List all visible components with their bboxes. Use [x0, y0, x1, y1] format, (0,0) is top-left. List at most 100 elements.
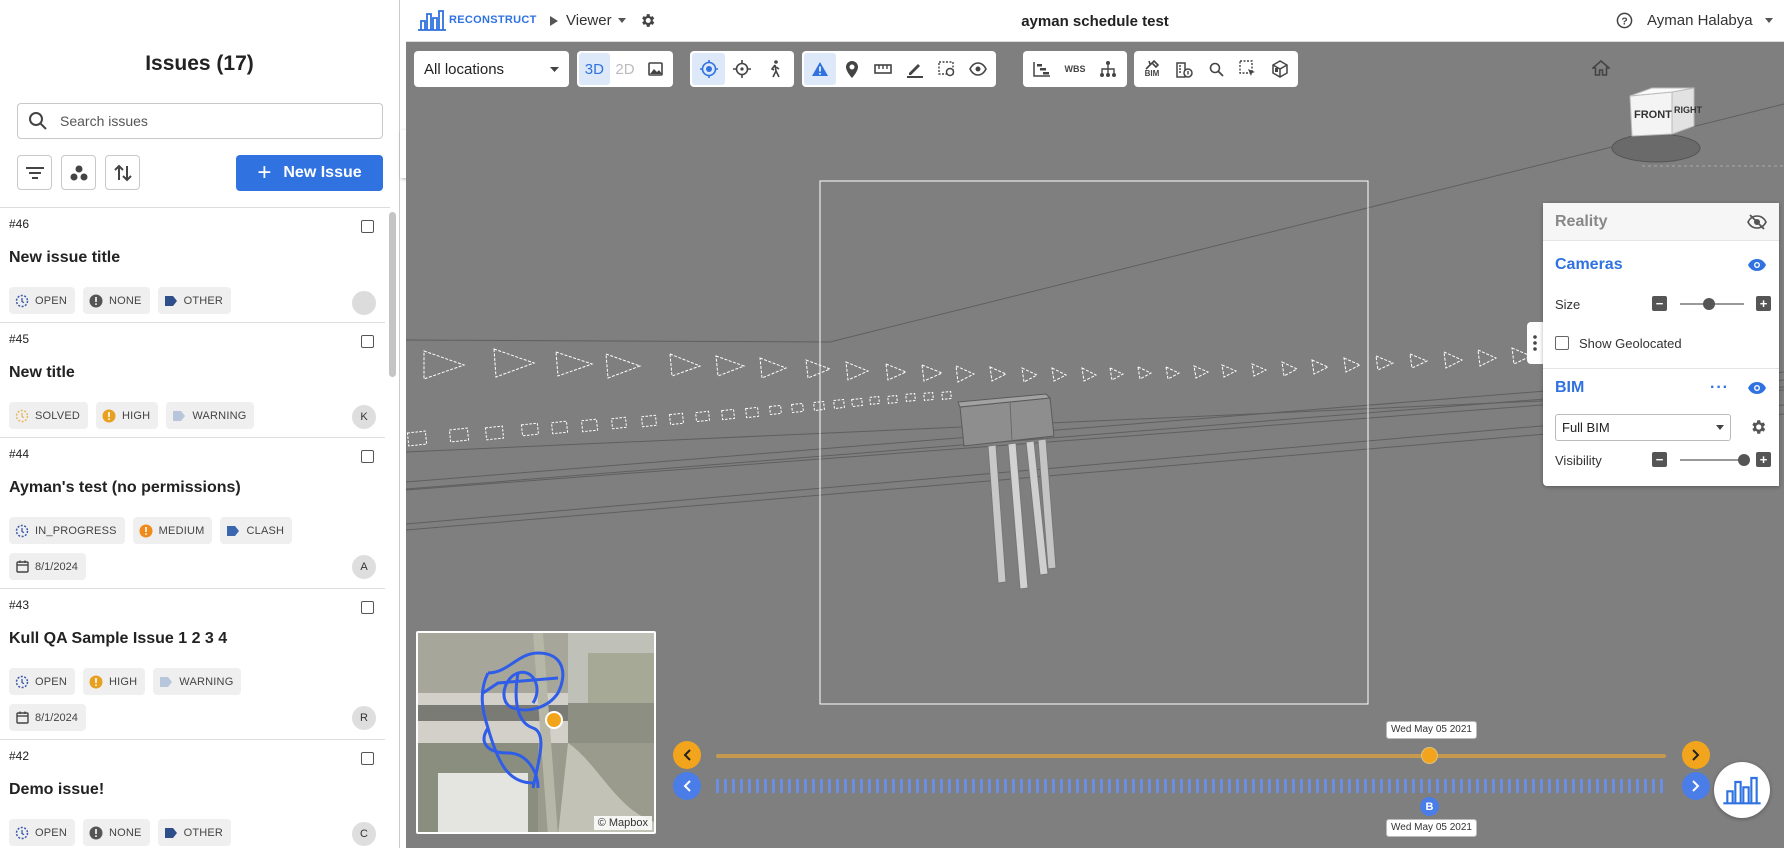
- user-menu[interactable]: Ayman Halabya: [1647, 12, 1773, 29]
- priority-text: NONE: [108, 294, 142, 307]
- box-select-button[interactable]: [1232, 53, 1264, 85]
- top-bar: RECONSTRUCT Viewer ayman schedule test ?…: [406, 0, 1784, 42]
- issue-checkbox[interactable]: [361, 752, 374, 765]
- status-chip: IN_PROGRESS: [9, 517, 125, 544]
- cameras-row: Cameras: [1543, 250, 1779, 280]
- bim-settings-button[interactable]: [1749, 418, 1767, 441]
- due-date-chip: 8/1/2024: [9, 553, 86, 580]
- bottom-timeline-track[interactable]: [716, 779, 1666, 793]
- issue-list-scrollbar[interactable]: [389, 212, 396, 377]
- reality-panel: Reality Cameras Size − + Show Geolocated…: [1543, 203, 1779, 486]
- camera-size-slider[interactable]: [1680, 298, 1744, 310]
- avatar: A: [352, 555, 376, 579]
- issues-tool-button[interactable]: [804, 53, 836, 85]
- camera-size-knob[interactable]: [1702, 298, 1715, 310]
- 3d-view-button[interactable]: 3D: [579, 53, 610, 85]
- bim-info-button[interactable]: [1168, 53, 1200, 85]
- wbs-button[interactable]: WBS: [1058, 53, 1091, 85]
- issue-checkbox[interactable]: [361, 335, 374, 348]
- issue-checkbox[interactable]: [361, 220, 374, 233]
- home-view-button[interactable]: [1590, 59, 1612, 81]
- top-timeline-next-button[interactable]: [1682, 741, 1710, 769]
- issue-number: #45: [9, 332, 30, 346]
- model-layers-button[interactable]: [1264, 53, 1296, 85]
- bottom-timeline-marker[interactable]: B: [1420, 797, 1439, 816]
- show-geolocated-checkbox[interactable]: [1555, 336, 1569, 350]
- size-label: Size: [1555, 296, 1581, 312]
- view-mode-group: 3D 2D: [577, 51, 673, 87]
- bim-visibility-slider[interactable]: [1680, 454, 1750, 466]
- visibility-decrease-button[interactable]: −: [1652, 452, 1667, 467]
- reconstruct-logo-icon: [1723, 776, 1761, 805]
- type-chip: OTHER: [157, 287, 232, 314]
- issue-card[interactable]: #44 Ayman's test (no permissions) IN_PRO…: [0, 438, 385, 589]
- caret-down-icon: [1764, 18, 1773, 23]
- eye-outline-icon: [969, 62, 988, 76]
- panel-divider: [1543, 368, 1779, 369]
- hierarchy-button[interactable]: [1092, 53, 1125, 85]
- 2d-view-button[interactable]: 2D: [610, 53, 641, 85]
- schedule-button[interactable]: [1025, 53, 1058, 85]
- search-input[interactable]: [60, 113, 350, 129]
- issue-chips: OPEN NONE OTHER: [9, 819, 232, 846]
- issue-card[interactable]: #46 New issue title OPEN NONE OTHER: [0, 208, 385, 323]
- bim-search-button[interactable]: [1200, 53, 1232, 85]
- search-icon: [29, 112, 47, 130]
- issue-card[interactable]: #42 Demo issue! OPEN NONE OTHER C: [0, 740, 385, 848]
- bottom-timeline-next-button[interactable]: [1682, 772, 1710, 800]
- section-box-button[interactable]: [931, 53, 963, 85]
- location-select[interactable]: All locations: [414, 51, 569, 87]
- bim-model-select[interactable]: Full BIM: [1555, 414, 1731, 441]
- issue-card[interactable]: #43 Kull QA Sample Issue 1 2 3 4 OPEN HI…: [0, 589, 385, 740]
- help-button[interactable]: ?: [1616, 12, 1633, 34]
- minimap[interactable]: © Mapbox: [416, 631, 656, 834]
- status-chip: SOLVED: [9, 402, 89, 429]
- status-in-progress-icon: [15, 524, 29, 538]
- status-text: IN_PROGRESS: [35, 524, 117, 537]
- bim-select-value: Full BIM: [1562, 420, 1610, 435]
- size-decrease-button[interactable]: −: [1652, 296, 1667, 311]
- bim-visibility-knob[interactable]: [1738, 454, 1750, 466]
- bottom-timeline-prev-button[interactable]: [673, 772, 701, 800]
- issue-checkbox[interactable]: [361, 601, 374, 614]
- sort-button[interactable]: [105, 155, 140, 190]
- issue-card[interactable]: #45 New title SOLVED HIGH WARNING K: [0, 323, 385, 438]
- top-timeline-prev-button[interactable]: [673, 741, 701, 769]
- top-timeline-track[interactable]: [716, 754, 1666, 758]
- bim-more-button[interactable]: ···: [1710, 379, 1729, 397]
- type-chip: CLASH: [220, 517, 293, 544]
- top-timeline-handle[interactable]: [1421, 747, 1438, 764]
- pin-tool-button[interactable]: [836, 53, 868, 85]
- markup-tool-button[interactable]: [899, 53, 931, 85]
- new-issue-button[interactable]: + New Issue: [236, 155, 383, 191]
- type-chip: WARNING: [166, 402, 255, 429]
- reality-panel-handle[interactable]: [1527, 322, 1543, 364]
- navigation-cube[interactable]: FRONT RIGHT: [1628, 84, 1702, 144]
- orbit-button[interactable]: [692, 53, 726, 85]
- walk-button[interactable]: [759, 53, 792, 85]
- group-button[interactable]: [61, 155, 96, 190]
- new-issue-label: New Issue: [283, 164, 362, 181]
- search-icon: [1209, 62, 1224, 77]
- priority-chip: MEDIUM: [132, 517, 213, 544]
- priority-none-icon: [89, 294, 103, 308]
- status-chip: OPEN: [9, 668, 75, 695]
- caret-down-icon: [1716, 425, 1724, 430]
- eye-icon[interactable]: [1747, 381, 1767, 395]
- bim-tools-button[interactable]: BIM: [1136, 53, 1168, 85]
- image-view-button[interactable]: [640, 53, 671, 85]
- cameras-label: Cameras: [1555, 256, 1623, 273]
- reconstruct-fab-button[interactable]: [1714, 762, 1770, 818]
- visibility-increase-button[interactable]: +: [1756, 452, 1771, 467]
- show-geolocated-row[interactable]: Show Geolocated: [1543, 328, 1779, 358]
- show-geolocated-label: Show Geolocated: [1579, 335, 1682, 351]
- pan-button[interactable]: [725, 53, 758, 85]
- measure-tool-button[interactable]: [867, 53, 899, 85]
- eye-icon[interactable]: [1747, 258, 1767, 272]
- filter-button[interactable]: [17, 155, 52, 190]
- visibility-tool-button[interactable]: [962, 53, 994, 85]
- size-increase-button[interactable]: +: [1756, 296, 1771, 311]
- issue-checkbox[interactable]: [361, 450, 374, 463]
- search-box[interactable]: [17, 103, 383, 139]
- eye-off-icon[interactable]: [1747, 213, 1767, 230]
